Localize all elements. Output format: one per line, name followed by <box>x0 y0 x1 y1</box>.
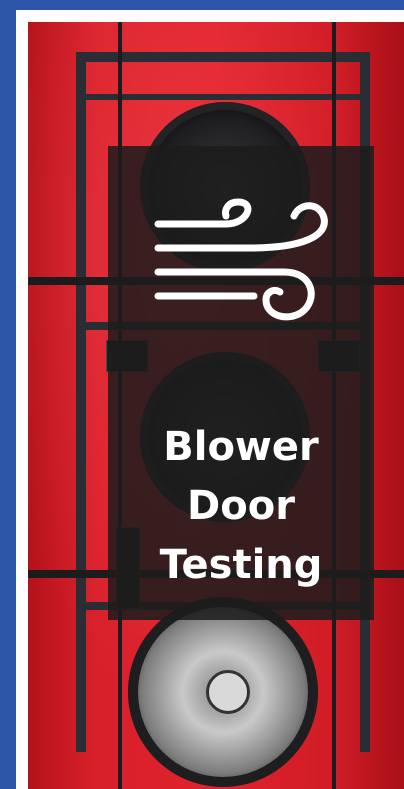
title-line-2: Door <box>187 483 295 529</box>
promo-card[interactable]: Blower Door Testing <box>16 10 404 789</box>
title-line-3: Testing <box>159 542 323 588</box>
title-overlay: Blower Door Testing <box>108 146 374 620</box>
page-title: Blower Door Testing <box>108 418 374 595</box>
wind-icon <box>154 198 328 321</box>
title-line-1: Blower <box>163 424 319 470</box>
